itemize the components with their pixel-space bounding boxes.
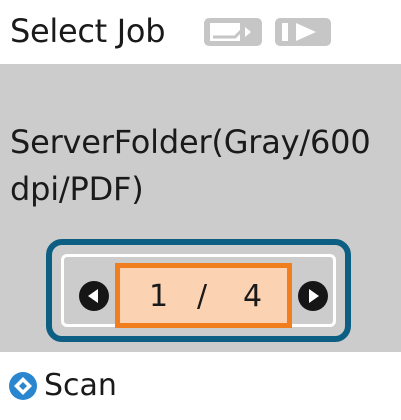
play-icon [274, 17, 332, 51]
job-counter: 1 / 4 [115, 263, 292, 328]
header-bar: Select Job [0, 0, 401, 64]
next-job-button[interactable] [298, 281, 328, 311]
scan-label: Scan [44, 368, 117, 403]
job-panel: ServerFolder(Gray/600 dpi/PDF) 1 / 4 [0, 64, 401, 352]
left-arrow-icon [88, 289, 98, 303]
job-name-line-2: dpi/PDF) [10, 170, 144, 208]
job-name-line-1: ServerFolder(Gray/600 [10, 123, 371, 161]
previous-job-button[interactable] [79, 281, 109, 311]
diamond-button-icon [8, 371, 38, 405]
scan-button[interactable]: Scan [6, 366, 166, 406]
page-title: Select Job [10, 12, 166, 50]
right-arrow-icon [309, 289, 319, 303]
document-feed-icon [203, 17, 263, 51]
total-job-count: 4 [243, 279, 263, 314]
counter-separator: / [197, 279, 208, 314]
current-job-number: 1 [149, 279, 169, 314]
footer-bar: Scan [0, 352, 401, 420]
